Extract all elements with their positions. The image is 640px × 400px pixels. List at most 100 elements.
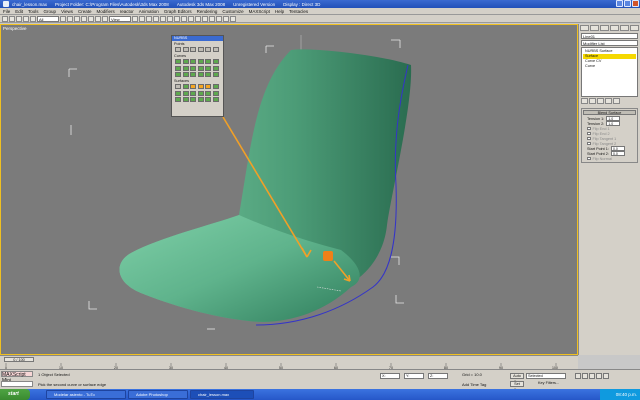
snap-toggle-button[interactable] bbox=[146, 15, 152, 22]
lathe-surface-icon[interactable] bbox=[175, 90, 181, 96]
menu-reactor[interactable]: reactor bbox=[120, 9, 134, 14]
unlink-button[interactable] bbox=[23, 15, 29, 22]
menu-customize[interactable]: Customize bbox=[222, 9, 243, 14]
blend-surface-icon[interactable] bbox=[190, 84, 196, 89]
undo-button[interactable] bbox=[2, 15, 8, 22]
curve-editor-button[interactable] bbox=[195, 15, 201, 22]
menu-maxscript[interactable]: MAXScript bbox=[249, 9, 270, 14]
menu-animation[interactable]: Animation bbox=[139, 9, 159, 14]
maxscript-listener[interactable]: MAXScript Mini bbox=[1, 371, 33, 384]
pin-stack-icon[interactable] bbox=[581, 98, 588, 104]
angle-snap-button[interactable] bbox=[153, 15, 159, 22]
transform-surface-icon[interactable] bbox=[205, 97, 211, 102]
remove-modifier-icon[interactable] bbox=[605, 98, 612, 104]
menu-group[interactable]: Group bbox=[44, 9, 57, 14]
selection-filter-dropdown[interactable]: All bbox=[37, 15, 59, 22]
select-move-button[interactable] bbox=[88, 15, 94, 22]
render-frame-button[interactable] bbox=[223, 15, 229, 22]
percent-snap-button[interactable] bbox=[160, 15, 166, 22]
task-photoshop[interactable]: Adobe Photoshop bbox=[128, 390, 188, 399]
play-icon[interactable] bbox=[589, 373, 595, 379]
select-object-button[interactable] bbox=[60, 15, 66, 22]
u-loft-surface-icon[interactable] bbox=[197, 90, 204, 96]
point-curve-icon[interactable] bbox=[182, 59, 189, 64]
go-to-end-icon[interactable] bbox=[603, 373, 609, 379]
multicurve-trim-icon[interactable] bbox=[190, 97, 196, 102]
menu-help[interactable]: Help bbox=[275, 9, 284, 14]
selection-region-button[interactable] bbox=[74, 15, 80, 22]
point-surface-icon[interactable] bbox=[182, 84, 189, 89]
add-time-tag-button[interactable]: Add Time Tag bbox=[462, 382, 486, 387]
offset-point-icon[interactable] bbox=[182, 47, 189, 52]
minimize-button[interactable] bbox=[616, 0, 623, 7]
show-end-result-icon[interactable] bbox=[589, 98, 596, 104]
surface-curve-point-icon[interactable] bbox=[212, 47, 219, 52]
schematic-view-button[interactable] bbox=[202, 15, 208, 22]
viewport-label[interactable]: Perspective bbox=[3, 26, 27, 31]
flip-end2-checkbox[interactable] bbox=[587, 131, 591, 136]
quick-render-button[interactable] bbox=[230, 15, 236, 22]
modifier-list-dropdown[interactable]: Modifier List bbox=[581, 40, 638, 46]
perspective-viewport[interactable]: Perspective bbox=[0, 24, 578, 355]
link-button[interactable] bbox=[16, 15, 22, 22]
cv-surface-icon[interactable] bbox=[175, 84, 181, 89]
utilities-tab-icon[interactable] bbox=[630, 25, 639, 31]
select-rotate-button[interactable] bbox=[95, 15, 101, 22]
multisided-blend-icon[interactable] bbox=[182, 97, 189, 102]
flip-tangent2-checkbox[interactable] bbox=[587, 141, 591, 146]
go-to-start-icon[interactable] bbox=[575, 373, 581, 379]
next-frame-icon[interactable] bbox=[596, 373, 602, 379]
offset-surface-icon[interactable] bbox=[197, 84, 204, 89]
cv-curve-on-surface-icon[interactable] bbox=[182, 72, 189, 77]
tension1-spinner[interactable]: 1.0 bbox=[606, 116, 621, 121]
mirror-button[interactable] bbox=[174, 15, 180, 22]
modify-tab-icon[interactable] bbox=[590, 25, 599, 31]
start-button[interactable]: start bbox=[0, 389, 30, 400]
make-unique-icon[interactable] bbox=[597, 98, 604, 104]
render-setup-button[interactable] bbox=[216, 15, 222, 22]
point-tool-icon[interactable] bbox=[175, 47, 181, 52]
set-key-button[interactable]: Set Key bbox=[510, 381, 524, 392]
configure-sets-icon[interactable] bbox=[613, 98, 620, 104]
surface-edge-curve-icon[interactable] bbox=[205, 72, 211, 77]
vector-projected-curve-icon[interactable] bbox=[175, 72, 181, 77]
surface-point-icon[interactable] bbox=[205, 47, 211, 52]
previous-frame-icon[interactable] bbox=[582, 373, 588, 379]
key-set-dropdown[interactable]: Selected bbox=[526, 373, 566, 379]
v-iso-curve-icon[interactable] bbox=[205, 65, 211, 71]
flip-end1-checkbox[interactable] bbox=[587, 126, 591, 131]
pivot-center-button[interactable] bbox=[132, 15, 138, 22]
fillet-surface-icon[interactable] bbox=[197, 97, 204, 102]
time-slider[interactable]: 0 / 100 bbox=[4, 357, 34, 362]
chamfer-curve-icon[interactable] bbox=[175, 65, 181, 71]
fit-curve-icon[interactable] bbox=[190, 59, 196, 64]
hierarchy-tab-icon[interactable] bbox=[600, 25, 609, 31]
create-tab-icon[interactable] bbox=[580, 25, 589, 31]
cap-surface-icon[interactable] bbox=[190, 90, 196, 96]
surface-options-icon[interactable] bbox=[212, 97, 219, 102]
key-filters-button[interactable]: Key Filters... bbox=[538, 381, 559, 385]
uv-loft-surface-icon[interactable] bbox=[205, 90, 211, 96]
ref-coord-dropdown[interactable]: View bbox=[109, 15, 131, 22]
surface-intersection-curve-icon[interactable] bbox=[190, 65, 196, 71]
menu-tentacles[interactable]: Tentacles bbox=[289, 9, 308, 14]
layer-manager-button[interactable] bbox=[188, 15, 194, 22]
x-coord-field[interactable]: X: bbox=[380, 373, 400, 379]
task-3dsmax[interactable]: chair_lesson.max bbox=[190, 390, 254, 399]
menu-tools[interactable]: Tools bbox=[28, 9, 39, 14]
bind-space-warp-button[interactable] bbox=[30, 15, 36, 22]
flip-tangent1-checkbox[interactable] bbox=[587, 136, 591, 141]
window-crossing-button[interactable] bbox=[81, 15, 87, 22]
two-rail-sweep-icon[interactable] bbox=[175, 97, 181, 102]
point-curve-on-surface-icon[interactable] bbox=[190, 72, 196, 77]
curve-point-icon[interactable] bbox=[190, 47, 196, 52]
align-button[interactable] bbox=[181, 15, 187, 22]
menu-views[interactable]: Views bbox=[61, 9, 73, 14]
display-tab-icon[interactable] bbox=[620, 25, 629, 31]
manipulate-button[interactable] bbox=[139, 15, 145, 22]
start-point1-spinner[interactable]: 0.0 bbox=[610, 146, 625, 151]
rollout-title[interactable]: Blend Surface bbox=[583, 110, 636, 115]
offset-curve-icon[interactable] bbox=[205, 59, 211, 64]
auto-key-button[interactable]: Auto Key bbox=[510, 373, 524, 384]
normal-projected-curve-icon[interactable] bbox=[212, 65, 219, 71]
